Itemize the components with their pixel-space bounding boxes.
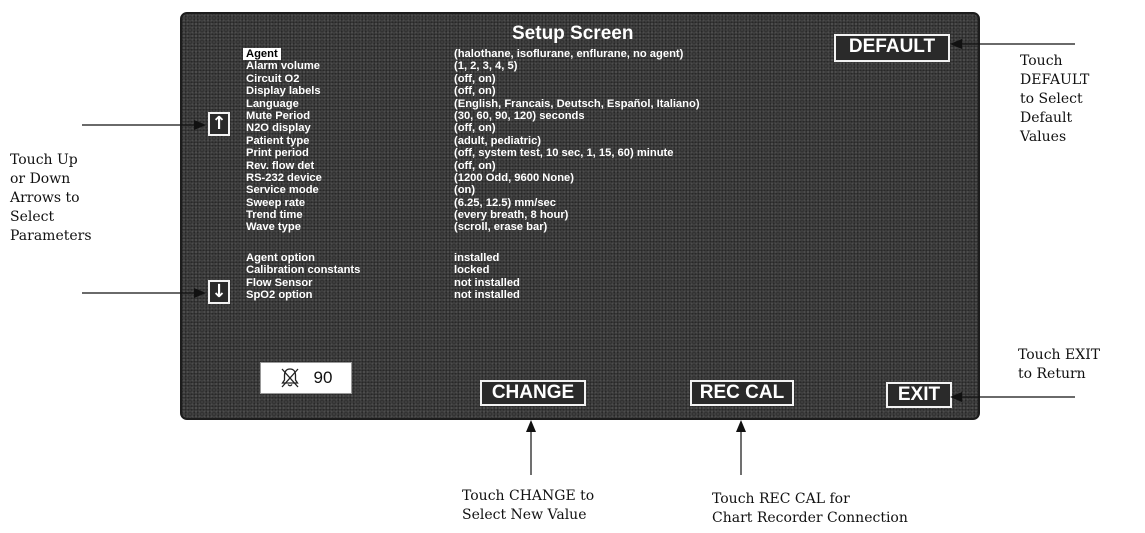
parameter-row[interactable]: Sweep rate: [246, 197, 360, 209]
default-button[interactable]: DEFAULT: [834, 34, 950, 62]
option-value: not installed: [454, 276, 520, 289]
value-list: (halothane, isoflurane, enflurane, no ag…: [454, 48, 700, 301]
parameter-values: (1, 2, 3, 4, 5): [454, 60, 518, 73]
parameter-row[interactable]: Language: [246, 98, 360, 110]
setup-screen-display: Setup Screen DEFAULT ↑ ↓ Agent Alarm vol…: [180, 12, 980, 420]
parameter-values: (English, Francais, Deutsch, Español, It…: [454, 97, 700, 110]
arrows-callout: Touch Up or Down Arrows to Select Parame…: [10, 152, 92, 244]
exit-callout: Touch EXIT to Return: [1018, 347, 1101, 382]
down-arrow-button[interactable]: ↓: [208, 280, 230, 304]
parameter-row[interactable]: Mute Period: [246, 110, 360, 122]
parameter-values: (6.25, 12.5) mm/sec: [454, 196, 556, 209]
alarm-silence-indicator: 90: [260, 362, 352, 394]
parameter-values: (every breath, 8 hour): [454, 209, 569, 222]
parameter-row[interactable]: N2O display: [246, 122, 360, 134]
parameter-row[interactable]: Alarm volume: [246, 60, 360, 72]
change-callout: Touch CHANGE to Select New Value: [462, 488, 595, 523]
parameter-values: (adult, pediatric): [454, 134, 542, 147]
option-value: installed: [454, 251, 500, 264]
option-label: Calibration constants: [246, 264, 361, 277]
down-arrow-icon: ↓: [211, 281, 227, 302]
option-value: locked: [454, 264, 490, 277]
parameter-values: (off, system test, 10 sec, 1, 15, 60) mi…: [454, 147, 674, 160]
parameter-values: (halothane, isoflurane, enflurane, no ag…: [454, 48, 684, 60]
parameter-row[interactable]: Agent: [243, 48, 360, 60]
rec-cal-callout: Touch REC CAL for Chart Recorder Connect…: [712, 491, 908, 526]
parameter-row[interactable]: RS-232 device: [246, 172, 360, 184]
alarm-silence-value: 90: [313, 368, 333, 387]
option-label: Flow Sensor: [246, 276, 313, 289]
parameter-values: (scroll, erase bar): [454, 221, 548, 234]
exit-button[interactable]: EXIT: [886, 382, 952, 408]
parameter-values: (off, on): [454, 159, 496, 172]
screen-title: Setup Screen: [512, 23, 634, 44]
rec-cal-button[interactable]: REC CAL: [690, 380, 794, 406]
parameter-list: Agent Alarm volume Circuit O2 Display la…: [243, 48, 361, 302]
option-label: Agent option: [246, 251, 315, 264]
change-button[interactable]: CHANGE: [480, 380, 586, 406]
parameter-values: (off, on): [454, 85, 496, 98]
up-arrow-icon: ↑: [211, 113, 227, 134]
parameter-values: (on): [454, 184, 476, 197]
option-value: not installed: [454, 289, 520, 302]
parameter-row[interactable]: Rev. flow det: [246, 160, 360, 172]
parameter-row[interactable]: Trend time: [246, 209, 360, 221]
parameter-row[interactable]: Display labels: [246, 85, 360, 97]
parameter-row[interactable]: Wave type: [246, 221, 360, 233]
default-callout: Touch DEFAULT to Select Default Values: [1020, 53, 1090, 145]
up-arrow-button[interactable]: ↑: [208, 112, 230, 136]
parameter-row[interactable]: Patient type: [246, 135, 360, 147]
parameter-row[interactable]: Service mode: [246, 184, 360, 196]
alarm-silenced-bell-icon: [280, 368, 299, 388]
parameter-values: (off, on): [454, 72, 496, 85]
parameter-row[interactable]: Circuit O2: [246, 73, 360, 85]
parameter-values: (off, on): [454, 122, 496, 135]
parameter-values: (30, 60, 90, 120) seconds: [454, 109, 585, 122]
parameter-row[interactable]: Print period: [246, 147, 360, 159]
option-label: SpO2 option: [246, 289, 313, 302]
parameter-values: (1200 Odd, 9600 None): [454, 171, 574, 184]
